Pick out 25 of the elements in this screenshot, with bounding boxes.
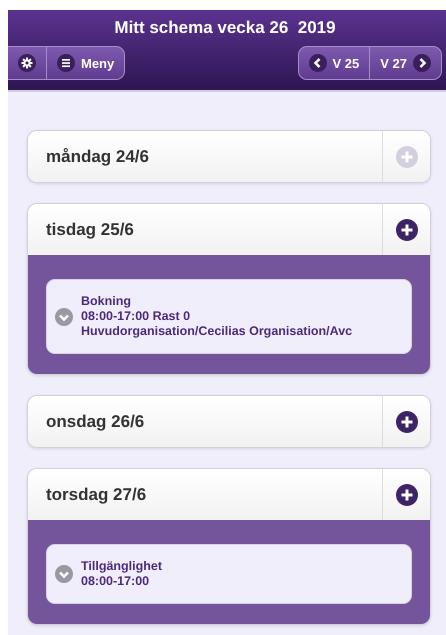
schedule-entry[interactable]: Tillgänglighet 08:00-17:00 [46,544,412,604]
day-label: torsdag 27/6 [46,484,146,504]
entry-title: Bokning [81,294,132,309]
entry-detail: Huvudorganisation/Cecilias Organisation/Avc [81,324,352,339]
menu-button[interactable]: Meny [46,47,124,79]
day-label: måndag 24/6 [46,146,149,166]
chevron-left-icon [308,54,326,72]
day-label: onsdag 26/6 [46,412,144,432]
plus-icon [396,410,418,432]
plus-icon [396,146,418,168]
plus-icon [396,218,418,240]
chevron-right-icon [413,54,431,72]
entry-detail: 08:00-17:00 Rast 0 [81,309,192,324]
schedule-entry[interactable]: Bokning 08:00-17:00 Rast 0 Huvudorganisation/Cecilias Organisation/Avc [46,279,412,354]
entry-title: Tillgänglighet [81,559,162,574]
plus-icon [396,484,418,506]
menu-icon [57,54,75,72]
settings-icon [18,54,36,72]
day-label: tisdag 25/6 [46,220,134,240]
previous-week-button[interactable]: V 25 [298,47,370,79]
next-week-button[interactable]: V 27 [369,47,441,79]
chevron-down-icon [55,565,73,583]
page-title: Mitt schema vecka 26 2019 [113,18,337,38]
entry-detail: 08:00-17:00 [81,574,150,589]
chevron-down-icon [55,308,73,326]
